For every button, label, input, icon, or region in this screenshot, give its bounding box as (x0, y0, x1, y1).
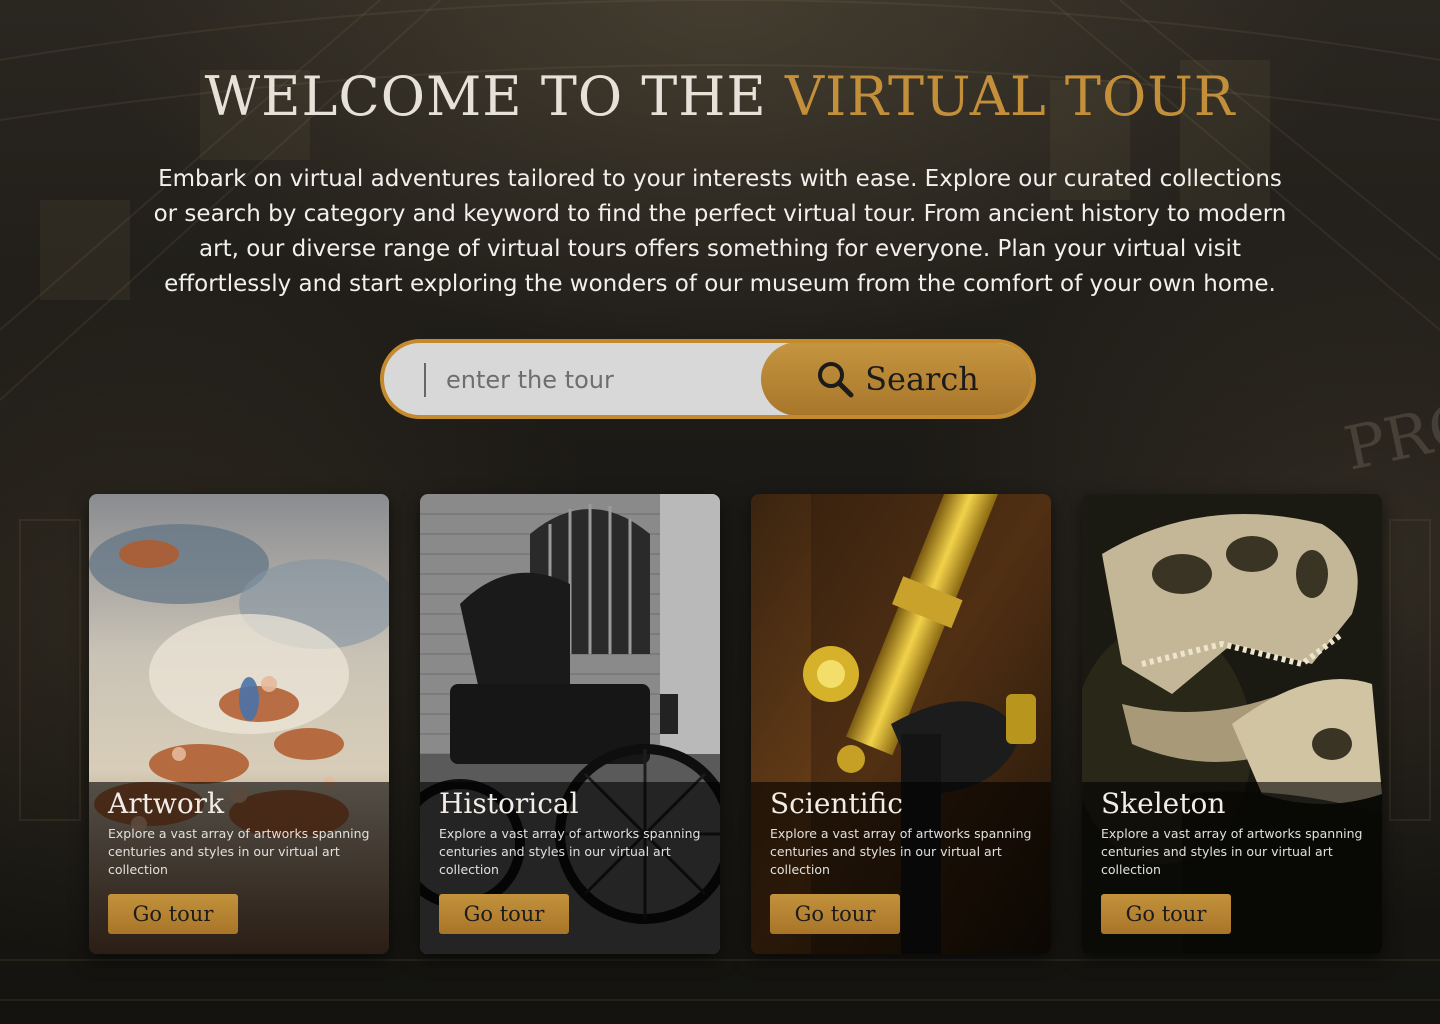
go-tour-button-artwork[interactable]: Go tour (108, 894, 238, 934)
tour-card-artwork: Artwork Explore a vast array of artworks… (89, 494, 389, 954)
hero-description: Embark on virtual adventures tailored to… (153, 166, 1287, 297)
card-title: Historical (439, 787, 579, 820)
card-description: Explore a vast array of artworks spannin… (770, 826, 1032, 877)
tour-cards: Artwork Explore a vast array of artworks… (89, 494, 1382, 954)
tour-card-historical: Historical Explore a vast array of artwo… (420, 494, 720, 954)
page-title: WELCOME TO THE VIRTUAL TOUR (0, 62, 1440, 132)
go-tour-button-historical[interactable]: Go tour (439, 894, 569, 934)
search-icon (815, 359, 855, 399)
card-description: Explore a vast array of artworks spannin… (1101, 826, 1363, 877)
search-input[interactable] (424, 363, 764, 397)
search-bar: Search (380, 339, 1036, 419)
tour-card-scientific: Scientific Explore a vast array of artwo… (751, 494, 1051, 954)
tour-card-skeleton: Skeleton Explore a vast array of artwork… (1082, 494, 1382, 954)
title-welcome: WELCOME TO THE (204, 65, 767, 128)
title-virtual-tour: VIRTUAL TOUR (785, 65, 1236, 128)
card-title: Scientific (770, 787, 903, 820)
search-button[interactable]: Search (761, 343, 1032, 415)
card-title: Skeleton (1101, 787, 1226, 820)
card-description: Explore a vast array of artworks spannin… (439, 826, 701, 877)
card-title: Artwork (108, 787, 225, 820)
go-tour-button-skeleton[interactable]: Go tour (1101, 894, 1231, 934)
go-tour-button-scientific[interactable]: Go tour (770, 894, 900, 934)
svg-text:PROT: PROT (1339, 380, 1440, 485)
card-description: Explore a vast array of artworks spannin… (108, 826, 370, 877)
search-button-label: Search (865, 360, 979, 398)
